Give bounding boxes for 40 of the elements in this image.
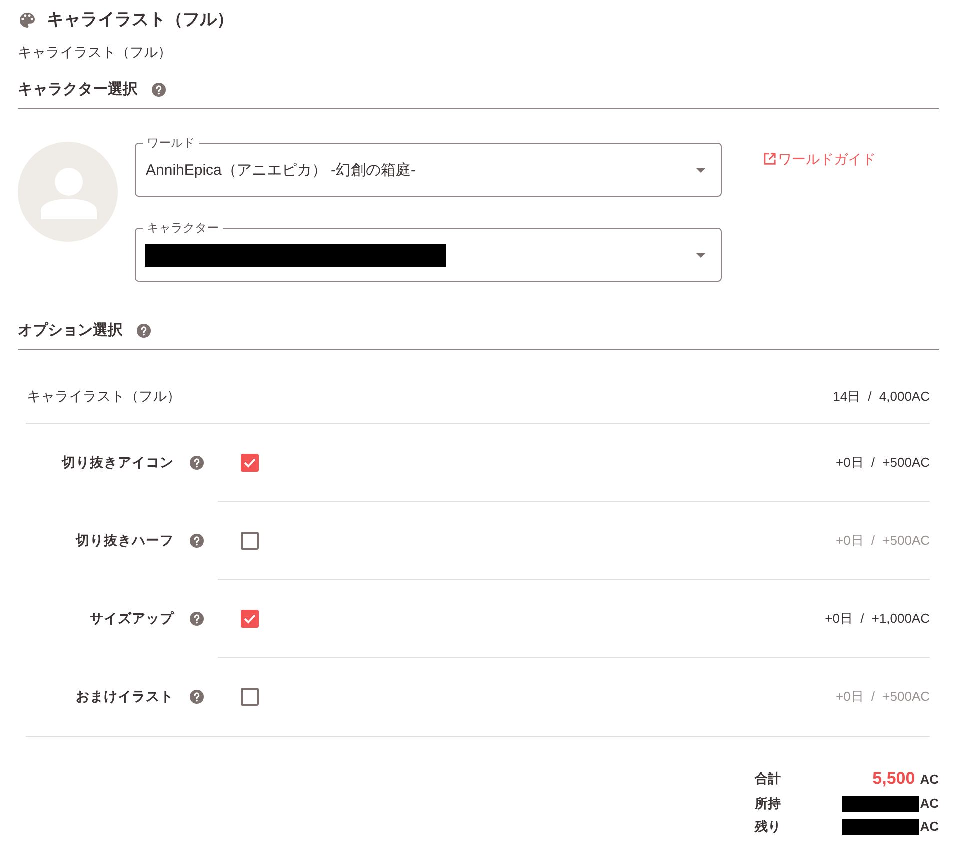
help-icon[interactable]: [152, 83, 166, 97]
option-label: 切り抜きハーフ: [74, 532, 174, 550]
option-price: +0日 / +1,000AC: [825, 610, 930, 628]
caret-icon: [696, 168, 706, 172]
summary-label: 残り: [755, 818, 781, 836]
page-subtitle: キャライラスト（フル）: [18, 43, 172, 62]
external-link-icon: [764, 153, 776, 165]
summary-label: 所持: [755, 794, 781, 812]
item-price: 14日 / 4,000AC: [833, 388, 930, 406]
help-icon[interactable]: [190, 612, 204, 626]
option-label: 切り抜きアイコン: [60, 454, 174, 472]
caret-icon: [696, 252, 706, 258]
option-label: おまけイラスト: [75, 688, 174, 706]
help-icon[interactable]: [190, 456, 204, 470]
option-price: +0日 / +500AC: [836, 532, 930, 550]
palette-icon: [20, 12, 35, 28]
world-select[interactable]: ワールド AnnihEpica（アニエピカ） -幻創の箱庭-: [135, 136, 722, 197]
page-title: キャライラスト（フル）: [47, 9, 234, 31]
currency-label: AC: [920, 819, 939, 834]
checkbox[interactable]: [241, 454, 259, 472]
section-heading: オプション選択: [18, 321, 123, 341]
section-heading: キャラクター選択: [18, 80, 138, 100]
currency-label: AC: [920, 796, 939, 811]
option-price: +0日 / +500AC: [836, 454, 930, 472]
summary-label: 合計: [755, 770, 781, 788]
checkbox[interactable]: [241, 688, 259, 706]
checkbox[interactable]: [241, 610, 259, 628]
item-name: キャライラスト（フル）: [27, 388, 181, 406]
check-icon: [244, 614, 256, 624]
option-price: +0日 / +500AC: [836, 688, 930, 706]
currency-label: AC: [920, 772, 939, 786]
checkbox[interactable]: [241, 532, 259, 550]
help-icon[interactable]: [190, 690, 204, 704]
summary-amount: 5,500: [872, 769, 916, 789]
character-select[interactable]: キャラクター: [135, 221, 722, 282]
option-label: サイズアップ: [89, 610, 174, 628]
avatar-icon: [18, 142, 118, 242]
check-icon: [244, 458, 256, 468]
help-icon[interactable]: [190, 534, 204, 548]
help-icon[interactable]: [137, 324, 151, 338]
